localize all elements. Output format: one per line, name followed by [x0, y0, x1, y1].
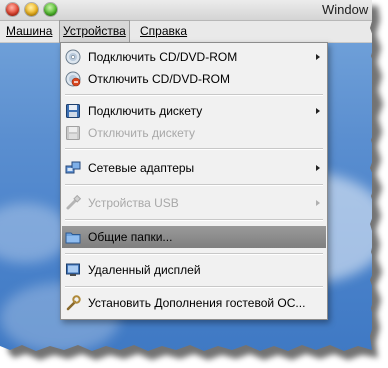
menu-item-label: Подключить дискету	[88, 104, 203, 118]
menu-item-label: Установить Дополнения гостевой ОС...	[88, 296, 306, 310]
minimize-window-button[interactable]	[25, 3, 38, 16]
menu-separator	[65, 148, 323, 150]
menu-item-install-guest-additions[interactable]: Установить Дополнения гостевой ОС...	[62, 292, 326, 314]
folder-icon	[65, 229, 81, 245]
wrench-icon	[65, 295, 81, 311]
usb-icon	[65, 195, 81, 211]
menu-item-network-adapters[interactable]: Сетевые адаптеры	[62, 157, 326, 179]
menu-item-label: Устройства USB	[88, 196, 179, 210]
menu-item-label: Сетевые адаптеры	[88, 161, 195, 175]
submenu-arrow-icon	[316, 200, 320, 206]
window-title: Window	[322, 2, 369, 17]
menu-item-shared-folders[interactable]: Общие папки...	[62, 226, 326, 248]
menu-machine-label: Машина	[6, 24, 53, 38]
menu-separator	[65, 184, 323, 186]
menu-devices-label: Устройства	[63, 24, 126, 38]
menu-item-label: Отключить CD/DVD-ROM	[88, 72, 230, 86]
menu-separator	[65, 286, 323, 288]
cd-eject-icon	[65, 71, 81, 87]
menu-machine[interactable]: Машина	[3, 21, 55, 42]
close-window-button[interactable]	[6, 3, 19, 16]
menu-item-label: Отключить дискету	[88, 126, 195, 140]
menu-devices[interactable]: Устройства	[59, 20, 130, 43]
menu-item-remote-display[interactable]: Удаленный дисплей	[62, 259, 326, 281]
submenu-arrow-icon	[316, 108, 320, 114]
floppy-eject-icon	[65, 125, 81, 141]
floppy-icon	[65, 103, 81, 119]
title-bar: Window	[0, 0, 372, 21]
network-icon	[65, 160, 81, 176]
menu-help[interactable]: Справка	[137, 21, 190, 42]
submenu-arrow-icon	[316, 165, 320, 171]
menu-item-label: Подключить CD/DVD-ROM	[88, 50, 238, 64]
menu-separator	[65, 94, 323, 96]
menu-item-mount-floppy[interactable]: Подключить дискету	[62, 100, 326, 122]
cd-icon	[65, 49, 81, 65]
submenu-arrow-icon	[316, 54, 320, 60]
remote-display-icon	[65, 262, 81, 278]
zoom-window-button[interactable]	[44, 3, 57, 16]
menu-item-label: Удаленный дисплей	[88, 263, 201, 277]
menu-bar: Машина Устройства Справка	[0, 21, 372, 43]
menu-item-unmount-floppy[interactable]: Отключить дискету	[62, 122, 326, 144]
menu-help-label: Справка	[140, 24, 188, 38]
menu-item-label: Общие папки...	[88, 230, 173, 244]
menu-separator	[65, 219, 323, 221]
menu-separator	[65, 253, 323, 255]
menu-item-unmount-cd[interactable]: Отключить CD/DVD-ROM	[62, 68, 326, 90]
app-window: Window Машина Устройства Справка Подключ…	[0, 0, 372, 352]
menu-item-usb-devices[interactable]: Устройства USB	[62, 192, 326, 214]
menu-item-mount-cd[interactable]: Подключить CD/DVD-ROM	[62, 46, 326, 68]
devices-dropdown-menu: Подключить CD/DVD-ROM Отключить CD/DVD-R…	[60, 42, 328, 320]
